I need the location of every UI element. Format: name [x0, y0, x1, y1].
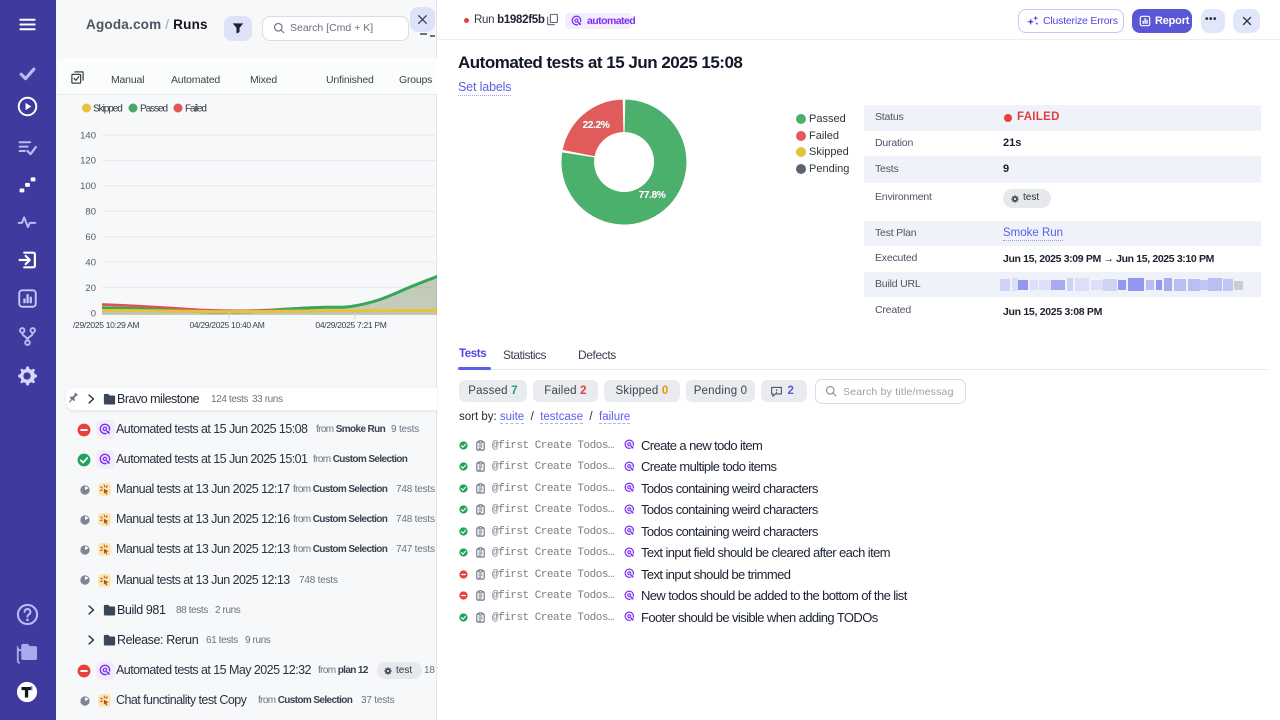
svg-text:20: 20 [85, 283, 96, 294]
svg-text:80: 80 [85, 207, 96, 218]
svg-text:40: 40 [85, 257, 96, 268]
svg-text:Failed: Failed [185, 104, 206, 115]
svg-text:Passed: Passed [140, 104, 168, 115]
svg-text:100: 100 [80, 181, 96, 192]
svg-text:77.8%: 77.8% [639, 190, 666, 201]
svg-text:/29/2025 10:29 AM: /29/2025 10:29 AM [73, 320, 139, 330]
svg-text:120: 120 [80, 156, 96, 167]
svg-text:60: 60 [85, 232, 96, 243]
svg-text:22.2%: 22.2% [583, 120, 610, 131]
svg-text:140: 140 [80, 130, 96, 141]
svg-text:04/29/2025 10:40 AM: 04/29/2025 10:40 AM [189, 320, 264, 330]
svg-text:Skipped: Skipped [93, 104, 122, 115]
svg-text:0: 0 [91, 308, 96, 319]
svg-text:04/29/2025 7:21 PM: 04/29/2025 7:21 PM [315, 320, 386, 330]
